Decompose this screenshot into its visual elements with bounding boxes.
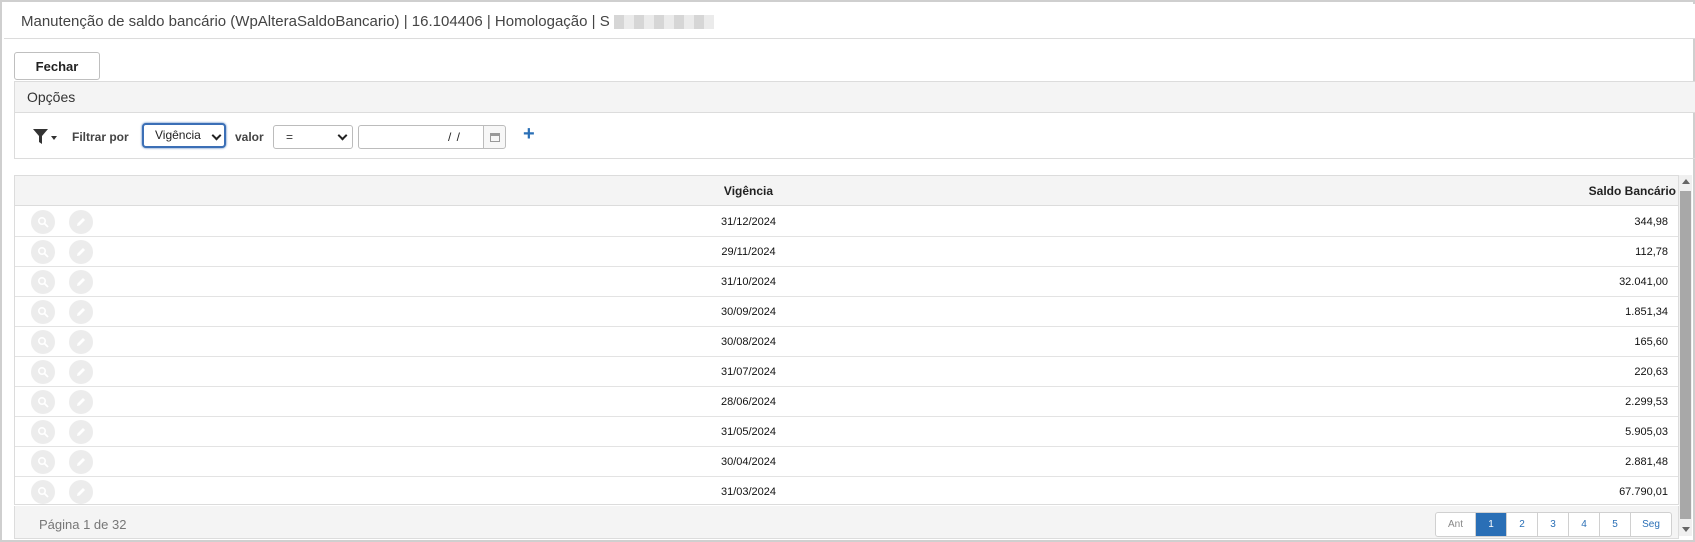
- window-title: Manutenção de saldo bancário (WpAlteraSa…: [21, 13, 714, 30]
- vertical-scrollbar[interactable]: [1679, 175, 1692, 536]
- cell-saldo: 5.905,03: [1625, 426, 1668, 438]
- chevron-down-icon: [211, 130, 222, 141]
- pagination: Ant 1 2 3 4 5 Seg: [1435, 512, 1672, 537]
- pagination-page-1[interactable]: 1: [1476, 513, 1507, 536]
- filter-field-value: Vigência: [155, 128, 201, 142]
- filter-row: Filtrar por Vigência valor = / / +: [15, 113, 1695, 159]
- table-row[interactable]: 30/08/2024 165,60: [15, 327, 1678, 357]
- title-bar: Manutenção de saldo bancário (WpAlteraSa…: [4, 4, 1695, 39]
- redacted-block: [613, 15, 714, 30]
- table-row[interactable]: 31/03/2024 67.790,01: [15, 477, 1678, 504]
- chevron-down-icon: [337, 130, 348, 141]
- cell-vigencia: 31/12/2024: [720, 216, 777, 228]
- cell-saldo: 344,98: [1634, 216, 1668, 228]
- cell-vigencia: 31/05/2024: [720, 426, 777, 438]
- scroll-thumb[interactable]: [1680, 191, 1691, 519]
- cell-saldo: 67.790,01: [1619, 486, 1668, 498]
- cell-saldo: 112,78: [1635, 246, 1668, 258]
- cell-vigencia: 29/11/2024: [721, 246, 776, 258]
- page-info: Página 1 de 32: [39, 517, 127, 532]
- date-input[interactable]: / /: [358, 125, 484, 149]
- pagination-page-4[interactable]: 4: [1569, 513, 1600, 536]
- column-header-saldo[interactable]: Saldo Bancário: [1589, 184, 1676, 198]
- filter-by-label: Filtrar por: [72, 130, 129, 144]
- table-row[interactable]: 29/11/2024 112,78: [15, 237, 1678, 267]
- options-title: Opções: [15, 82, 1695, 113]
- grid-footer: Página 1 de 32 Ant 1 2 3 4 5 Seg: [14, 506, 1679, 539]
- options-panel: Opções Filtrar por Vigência valor = / / …: [14, 81, 1695, 159]
- close-button[interactable]: Fechar: [14, 52, 100, 80]
- pagination-page-3[interactable]: 3: [1538, 513, 1569, 536]
- data-grid: Vigência Saldo Bancário 31/12/2024 344,98…: [14, 175, 1679, 505]
- pagination-page-2[interactable]: 2: [1507, 513, 1538, 536]
- cell-vigencia: 31/07/2024: [720, 366, 777, 378]
- table-row[interactable]: 31/10/2024 32.041,00: [15, 267, 1678, 297]
- cell-vigencia: 30/04/2024: [720, 456, 777, 468]
- table-row[interactable]: 30/09/2024 1.851,34: [15, 297, 1678, 327]
- window-title-text: Manutenção de saldo bancário (WpAlteraSa…: [21, 13, 610, 30]
- scroll-down-icon[interactable]: [1682, 527, 1690, 532]
- table-row[interactable]: 28/06/2024 2.299,53: [15, 387, 1678, 417]
- value-label: valor: [235, 130, 264, 144]
- filter-icon[interactable]: [32, 128, 58, 146]
- table-row[interactable]: 31/07/2024 220,63: [15, 357, 1678, 387]
- pagination-page-5[interactable]: 5: [1600, 513, 1631, 536]
- filter-field-select[interactable]: Vigência: [142, 123, 226, 148]
- calendar-button[interactable]: [483, 125, 506, 149]
- cell-vigencia: 28/06/2024: [720, 396, 777, 408]
- scroll-up-icon[interactable]: [1682, 179, 1690, 184]
- pagination-prev-button[interactable]: Ant: [1436, 513, 1476, 536]
- grid-header: Vigência Saldo Bancário: [15, 176, 1678, 206]
- calendar-icon: [490, 133, 500, 142]
- cell-saldo: 32.041,00: [1619, 276, 1668, 288]
- cell-saldo: 2.299,53: [1625, 396, 1668, 408]
- cell-vigencia: 30/09/2024: [720, 306, 777, 318]
- cell-saldo: 1.851,34: [1625, 306, 1668, 318]
- operator-value: =: [286, 130, 294, 144]
- table-row[interactable]: 30/04/2024 2.881,48: [15, 447, 1678, 477]
- cell-vigencia: 31/03/2024: [720, 486, 777, 498]
- cell-saldo: 220,63: [1634, 366, 1668, 378]
- table-row[interactable]: 31/12/2024 344,98: [15, 207, 1678, 237]
- cell-saldo: 165,60: [1634, 336, 1668, 348]
- cell-vigencia: 31/10/2024: [720, 276, 777, 288]
- operator-select[interactable]: =: [273, 125, 353, 149]
- add-filter-button[interactable]: +: [523, 123, 535, 145]
- cell-saldo: 2.881,48: [1625, 456, 1668, 468]
- table-row[interactable]: 31/05/2024 5.905,03: [15, 417, 1678, 447]
- pagination-next-button[interactable]: Seg: [1631, 513, 1671, 536]
- cell-vigencia: 30/08/2024: [720, 336, 777, 348]
- column-header-vigencia[interactable]: Vigência: [15, 184, 1482, 198]
- grid-rows: 31/12/2024 344,98 29/11/2024 112,78 31/10/20…: [15, 207, 1678, 504]
